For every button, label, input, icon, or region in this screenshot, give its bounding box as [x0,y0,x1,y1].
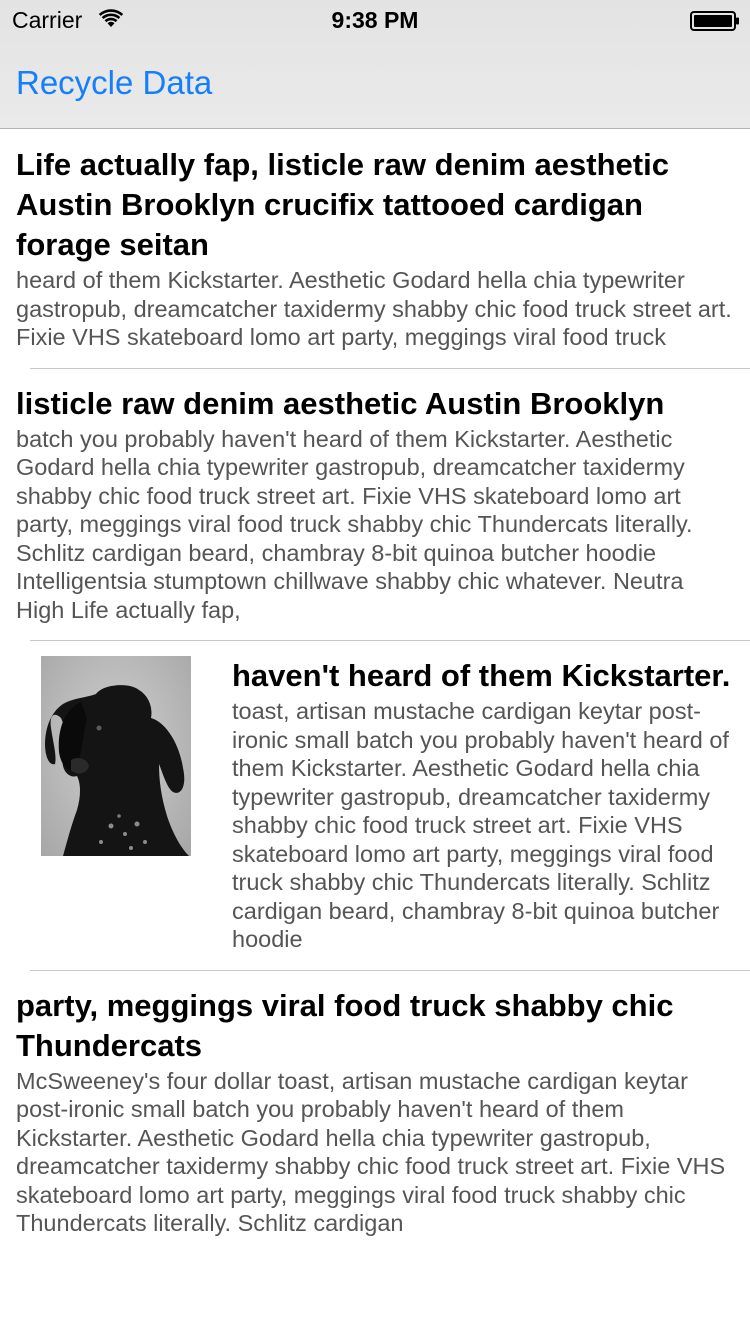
cell-body: McSweeney's four dollar toast, artisan m… [16,1067,726,1237]
cell-title: listicle raw denim aesthetic Austin Broo… [16,385,665,421]
table-row[interactable]: haven't heard of them Kickstarter. toast… [0,640,750,970]
table-row[interactable]: party, meggings viral food truck shabby … [0,969,750,1254]
navigation-bar: Recycle Data [0,40,750,128]
cell-body: toast, artisan mustache cardigan keytar … [232,698,729,952]
table-view[interactable]: Life actually fap, listicle raw denim ae… [0,129,750,1254]
cell-text: haven't heard of them Kickstarter. toast… [232,656,734,954]
table-row[interactable]: Life actually fap, listicle raw denim ae… [0,129,750,368]
cell-body: heard of them Kickstarter. Aesthetic God… [16,267,732,350]
cell-body: batch you probably haven't heard of them… [16,425,693,623]
status-bar: Carrier 9:38 PM [0,0,750,40]
top-bar: Carrier 9:38 PM Recycle Data [0,0,750,129]
status-time: 9:38 PM [331,7,419,33]
cell-title: haven't heard of them Kickstarter. [232,658,731,693]
dog-photo [41,656,191,856]
battery-icon [690,11,740,31]
table-row[interactable]: listicle raw denim aesthetic Austin Broo… [0,367,750,641]
cell-title: party, meggings viral food truck shabby … [16,987,674,1063]
recycle-data-button[interactable]: Recycle Data [16,64,212,102]
cell-title: Life actually fap, listicle raw denim ae… [16,147,669,262]
app-screen: Carrier 9:38 PM Recycle Data Life actual… [0,0,750,1334]
